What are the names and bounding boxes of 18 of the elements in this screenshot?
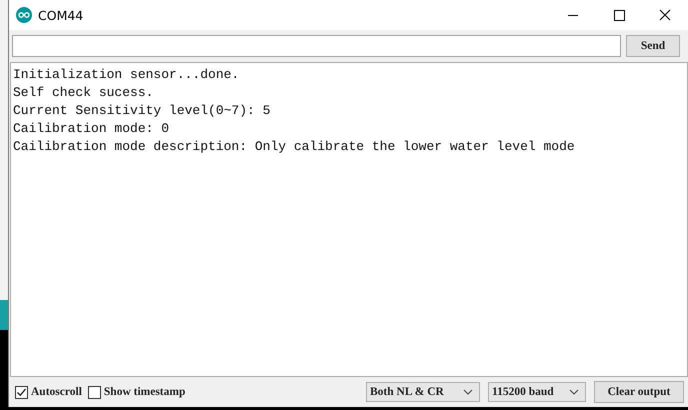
output-line: Cailibration mode: 0 xyxy=(13,120,170,138)
chevron-icon xyxy=(569,389,579,395)
checkbox[interactable] xyxy=(88,386,101,398)
baud-rate-dropdown[interactable]: 115200 baud xyxy=(488,382,586,402)
output-line: Current Sensitivity level(0~7): 5 xyxy=(13,102,272,120)
input-field[interactable] xyxy=(12,35,621,57)
window-title: COM44 xyxy=(38,8,84,22)
line-ending-dropdown[interactable]: Both NL & CR xyxy=(366,382,480,402)
output-line: Self check sucess. xyxy=(13,84,154,102)
checkbox[interactable] xyxy=(15,386,28,398)
logo-icon xyxy=(16,7,32,23)
checkbox-label: Show timestamp xyxy=(104,386,186,398)
checkbox-label: Autoscroll xyxy=(31,386,82,398)
send-button[interactable]: Send xyxy=(626,35,680,57)
clear-output-button[interactable]: Clear output xyxy=(594,381,684,403)
output-line: Cailibration mode description: Only calibrate the lower water level mode xyxy=(13,138,576,156)
output-line: Initialization sensor...done. xyxy=(13,66,240,84)
chevron-icon xyxy=(463,389,473,395)
